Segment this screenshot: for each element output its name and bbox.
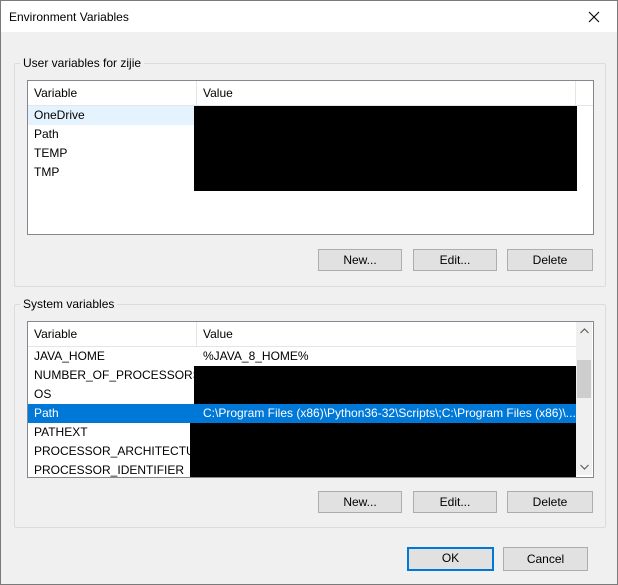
table-row[interactable]: JAVA_HOME %JAVA_8_HOME% (28, 347, 576, 366)
user-delete-button[interactable]: Delete (507, 249, 593, 271)
variable-name: Path (34, 127, 59, 141)
variable-name: NUMBER_OF_PROCESSORS (34, 368, 196, 382)
scroll-up-button[interactable] (576, 322, 592, 339)
variable-column-header[interactable]: Variable (28, 81, 196, 105)
redacted-values (194, 366, 576, 404)
user-variables-list[interactable]: Variable Value OneDrive Path TEMP TMP (27, 80, 594, 235)
redacted-values (190, 423, 576, 477)
variable-name: PROCESSOR_IDENTIFIER (34, 463, 185, 477)
variable-name: PATHEXT (34, 425, 88, 439)
table-row-selected[interactable]: Path C:\Program Files (x86)\Python36-32\… (28, 404, 576, 423)
table-row[interactable]: Path (28, 125, 194, 144)
ok-button[interactable]: OK (407, 547, 494, 571)
variable-name: JAVA_HOME (34, 349, 105, 363)
close-button[interactable] (571, 1, 617, 32)
cancel-button[interactable]: Cancel (503, 547, 588, 571)
variable-column-header[interactable]: Variable (28, 322, 196, 346)
system-edit-button[interactable]: Edit... (413, 491, 497, 513)
scroll-down-button[interactable] (576, 458, 592, 475)
user-edit-button[interactable]: Edit... (413, 249, 497, 271)
chevron-down-icon (579, 464, 589, 470)
value-column-header[interactable]: Value (197, 81, 577, 105)
table-row[interactable]: OneDrive (28, 106, 194, 125)
system-delete-button[interactable]: Delete (507, 491, 593, 513)
variable-value: %JAVA_8_HOME% (203, 349, 309, 363)
user-variables-header: Variable Value (28, 81, 593, 106)
environment-variables-dialog: Environment Variables User variables for… (0, 0, 618, 585)
table-row[interactable]: TMP (28, 163, 194, 182)
user-new-button[interactable]: New... (318, 249, 402, 271)
redacted-values (194, 106, 577, 191)
system-variables-header: Variable Value (28, 322, 576, 347)
variable-name: PROCESSOR_ARCHITECTURE (34, 444, 196, 458)
variable-name: TEMP (34, 146, 68, 160)
value-column-header[interactable]: Value (197, 322, 576, 346)
variable-name: OneDrive (34, 108, 85, 122)
scrollbar-thumb[interactable] (577, 360, 591, 398)
system-variables-legend: System variables (20, 297, 118, 311)
vertical-scrollbar[interactable] (576, 322, 592, 475)
user-variables-legend: User variables for zijie (20, 56, 145, 70)
system-variables-list[interactable]: Variable Value JAVA_HOME %JAVA_8_HOME% N… (27, 321, 594, 478)
system-new-button[interactable]: New... (318, 491, 402, 513)
chevron-up-icon (579, 327, 589, 333)
variable-name: TMP (34, 165, 60, 179)
variable-name: Path (34, 406, 59, 420)
table-row[interactable]: TEMP (28, 144, 194, 163)
variable-name: OS (34, 387, 52, 401)
close-icon (588, 11, 600, 22)
column-separator[interactable] (575, 81, 576, 105)
title-bar: Environment Variables (1, 1, 617, 32)
window-title: Environment Variables (9, 10, 129, 24)
variable-value: C:\Program Files (x86)\Python36-32\Scrip… (203, 406, 576, 420)
